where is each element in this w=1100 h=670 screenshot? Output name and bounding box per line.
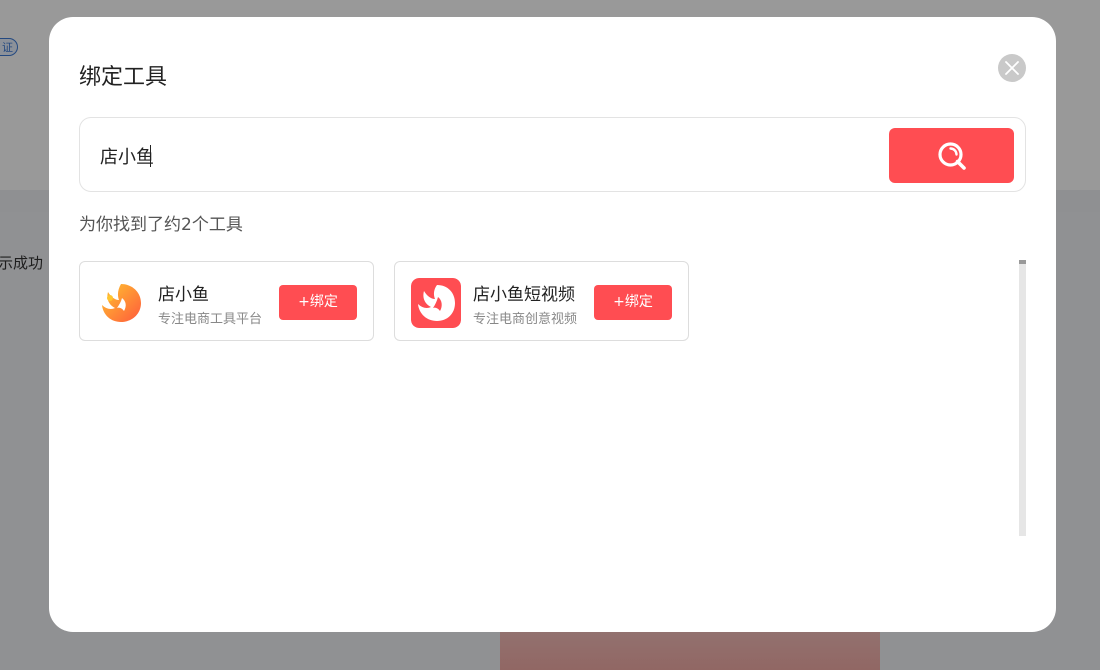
close-button[interactable] bbox=[998, 54, 1026, 82]
tool-card: 店小鱼 专注电商工具平台 +绑定 bbox=[79, 261, 374, 341]
tool-description: 专注电商创意视频 bbox=[473, 312, 577, 327]
dianxiaoyu-video-logo-icon bbox=[411, 278, 461, 328]
tool-name: 店小鱼 bbox=[158, 285, 209, 305]
scrollbar-thumb[interactable] bbox=[1019, 260, 1026, 264]
search-icon bbox=[938, 142, 966, 170]
search-input[interactable] bbox=[98, 140, 802, 172]
text-caret bbox=[150, 145, 151, 167]
bind-tool-dialog: 绑定工具 为你找到了约2个工具 bbox=[49, 17, 1056, 632]
bind-button[interactable]: +绑定 bbox=[279, 285, 357, 320]
tool-card: 店小鱼短视频 专注电商创意视频 +绑定 bbox=[394, 261, 689, 341]
results-scrollbar[interactable] bbox=[1019, 260, 1026, 536]
tool-description: 专注电商工具平台 bbox=[158, 312, 262, 327]
tool-name: 店小鱼短视频 bbox=[473, 285, 575, 305]
dialog-title: 绑定工具 bbox=[79, 65, 168, 90]
bind-button[interactable]: +绑定 bbox=[594, 285, 672, 320]
search-button[interactable] bbox=[889, 128, 1014, 183]
close-icon bbox=[1005, 61, 1019, 75]
search-box bbox=[79, 117, 1026, 192]
dianxiaoyu-logo-icon bbox=[96, 278, 146, 328]
result-count: 为你找到了约2个工具 bbox=[79, 215, 243, 235]
